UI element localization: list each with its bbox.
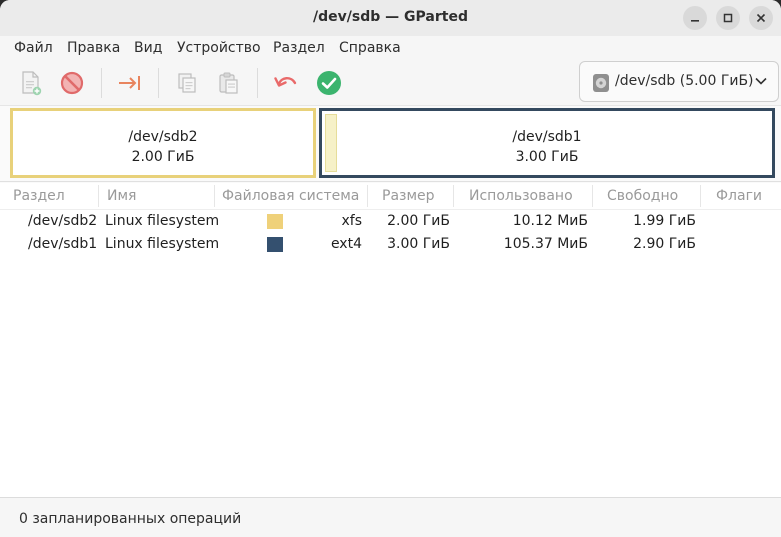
maximize-icon <box>723 13 733 23</box>
partition-block-size: 3.00 ГиБ <box>515 149 579 165</box>
minimize-button[interactable] <box>683 6 707 30</box>
partition-block-name: /dev/sdb2 <box>128 129 198 145</box>
status-bar: 0 запланированных операций <box>0 497 781 537</box>
column-header-partition[interactable]: Раздел <box>13 188 65 204</box>
delete-partition-button[interactable] <box>56 67 88 99</box>
maximize-button[interactable] <box>716 6 740 30</box>
partition-block-sdb1[interactable]: /dev/sdb1 3.00 ГиБ <box>319 108 775 178</box>
partition-table: Раздел Имя Файловая система Размер Испол… <box>0 183 781 497</box>
menu-bar: Файл Правка Вид Устройство Раздел Справк… <box>0 36 781 60</box>
cell-free: 1.99 ГиБ <box>633 213 696 229</box>
cell-used: 10.12 МиБ <box>512 213 588 229</box>
cell-used: 105.37 МиБ <box>503 236 588 252</box>
menu-help[interactable]: Справка <box>339 40 401 56</box>
cell-filesystem: xfs <box>341 213 362 229</box>
chevron-down-icon <box>755 77 767 85</box>
window-title: /dev/sdb — GParted <box>313 9 468 25</box>
toolbar-separator <box>257 68 258 98</box>
toolbar-separator <box>158 68 159 98</box>
cell-size: 3.00 ГиБ <box>387 236 450 252</box>
apply-icon <box>317 71 341 95</box>
copy-icon <box>178 73 196 93</box>
column-header-flags[interactable]: Флаги <box>716 188 762 204</box>
column-separator[interactable] <box>214 185 215 207</box>
device-selector[interactable]: /dev/sdb (5.00 ГиБ) <box>579 61 779 102</box>
cell-name: Linux filesystem <box>105 213 220 229</box>
apply-button[interactable] <box>313 67 345 99</box>
menu-view[interactable]: Вид <box>134 40 162 56</box>
column-header-name[interactable]: Имя <box>107 188 136 204</box>
column-separator[interactable] <box>98 185 99 207</box>
column-header-free[interactable]: Свободно <box>607 188 678 204</box>
close-icon <box>756 13 766 23</box>
gparted-window: /dev/sdb — GParted Файл Правка Вид Устро… <box>0 0 781 537</box>
column-separator[interactable] <box>592 185 593 207</box>
copy-button[interactable] <box>171 67 203 99</box>
new-partition-button[interactable] <box>15 67 47 99</box>
undo-icon <box>274 77 297 87</box>
device-label: /dev/sdb (5.00 ГиБ) <box>615 73 754 89</box>
partition-block-sdb2[interactable]: /dev/sdb2 2.00 ГиБ <box>10 108 316 178</box>
column-header-used[interactable]: Использовано <box>469 188 573 204</box>
cell-name: Linux filesystem <box>105 236 220 252</box>
column-header-size[interactable]: Размер <box>382 188 435 204</box>
partition-map: /dev/sdb2 2.00 ГиБ /dev/sdb1 3.00 ГиБ <box>0 106 781 182</box>
title-bar: /dev/sdb — GParted <box>0 0 781 36</box>
disk-icon <box>593 74 609 92</box>
toolbar: /dev/sdb (5.00 ГиБ) <box>0 60 781 106</box>
table-row[interactable]: /dev/sdb1 Linux filesystem ext4 3.00 ГиБ… <box>0 233 781 256</box>
menu-partition[interactable]: Раздел <box>273 40 325 56</box>
resize-move-icon <box>119 76 140 90</box>
table-header: Раздел Имя Файловая система Размер Испол… <box>0 183 781 210</box>
column-header-filesystem[interactable]: Файловая система <box>222 188 359 204</box>
cell-partition: /dev/sdb1 <box>28 236 98 252</box>
menu-edit[interactable]: Правка <box>67 40 120 56</box>
paste-button[interactable] <box>213 67 245 99</box>
cell-filesystem: ext4 <box>330 236 362 252</box>
column-separator[interactable] <box>700 185 701 207</box>
menu-file[interactable]: Файл <box>14 40 53 56</box>
toolbar-separator <box>101 68 102 98</box>
paste-icon <box>219 72 238 94</box>
filesystem-color-swatch <box>267 214 283 229</box>
resize-move-button[interactable] <box>114 67 146 99</box>
partition-block-size: 2.00 ГиБ <box>131 149 195 165</box>
undo-button[interactable] <box>270 67 302 99</box>
table-row[interactable]: /dev/sdb2 Linux filesystem xfs 2.00 ГиБ … <box>0 210 781 233</box>
new-partition-icon <box>22 71 42 96</box>
cell-partition: /dev/sdb2 <box>28 213 98 229</box>
delete-icon <box>60 71 84 95</box>
minimize-icon <box>691 20 699 22</box>
column-separator[interactable] <box>453 185 454 207</box>
menu-device[interactable]: Устройство <box>177 40 261 56</box>
filesystem-color-swatch <box>267 237 283 252</box>
cell-size: 2.00 ГиБ <box>387 213 450 229</box>
column-separator[interactable] <box>367 185 368 207</box>
close-button[interactable] <box>749 6 773 30</box>
cell-free: 2.90 ГиБ <box>633 236 696 252</box>
partition-block-name: /dev/sdb1 <box>512 129 582 145</box>
pending-operations-status: 0 запланированных операций <box>19 511 242 527</box>
